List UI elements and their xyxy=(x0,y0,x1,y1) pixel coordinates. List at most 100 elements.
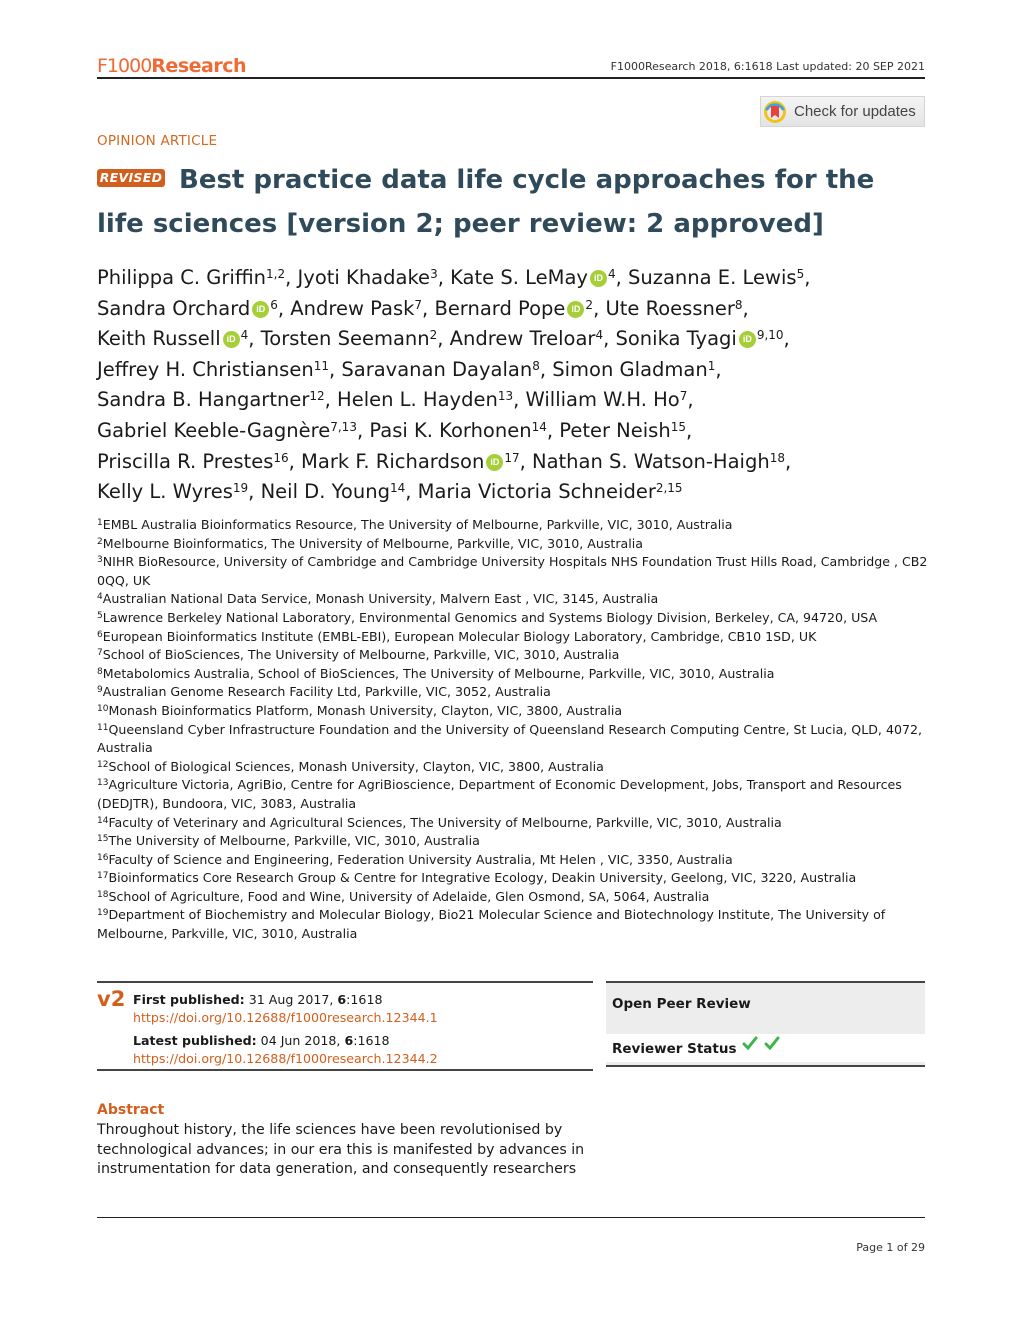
author-name: Keith Russell xyxy=(97,327,221,351)
author-name: Pasi K. Korhonen xyxy=(369,418,532,442)
reviewer-status-label: Reviewer Status xyxy=(612,1041,737,1057)
author[interactable]: Sandra Orchard iD 6 xyxy=(97,297,278,320)
author-name: Andrew Pask xyxy=(290,296,415,320)
author[interactable]: Neil D. Young14 xyxy=(261,480,406,503)
author[interactable]: Philippa C. Griffin1,2 xyxy=(97,266,285,289)
approved-check-icon xyxy=(742,1036,758,1051)
page-number: Page 1 of 29 xyxy=(856,1241,925,1254)
affiliation-number: 19 xyxy=(97,908,109,919)
author[interactable]: Ute Roessner8 xyxy=(605,297,742,320)
footer-divider xyxy=(97,1217,925,1218)
author[interactable]: Bernard Pope iD 2 xyxy=(434,297,593,320)
affiliation-number: 17 xyxy=(97,871,109,882)
article-type: OPINION ARTICLE xyxy=(97,133,218,149)
author-name: Torsten Seemann xyxy=(260,327,430,351)
author-name: Saravanan Dayalan xyxy=(341,357,533,381)
orcid-icon[interactable]: iD xyxy=(589,270,607,287)
orcid-icon[interactable]: iD xyxy=(567,300,585,318)
author-name: Peter Neish xyxy=(559,418,671,442)
affiliation-text: Faculty of Science and Engineering, Fede… xyxy=(108,851,733,867)
first-doi-link[interactable]: https://doi.org/10.12688/f1000research.1… xyxy=(133,1009,438,1027)
author[interactable]: Andrew Treloar4 xyxy=(450,327,603,350)
author[interactable]: Suzanna E. Lewis5 xyxy=(628,266,804,289)
author[interactable]: Andrew Pask7 xyxy=(290,297,422,320)
affiliation: 6European Bioinformatics Institute (EMBL… xyxy=(97,628,932,647)
citation-line: F1000Research 2018, 6:1618 Last updated:… xyxy=(610,60,925,73)
author[interactable]: Peter Neish15 xyxy=(559,419,686,442)
approved-check-icon xyxy=(764,1036,780,1051)
author-affiliation-ref: 6 xyxy=(270,297,278,312)
affiliation: 17Bioinformatics Core Research Group & C… xyxy=(97,869,932,888)
author-affiliation-ref: 13 xyxy=(497,389,514,404)
author[interactable]: Mark F. Richardson iD 17 xyxy=(301,450,520,473)
author-affiliation-ref: 7 xyxy=(414,297,423,312)
author-name: Kelly L. Wyres xyxy=(97,480,233,504)
author[interactable]: Torsten Seemann2 xyxy=(261,327,438,350)
author-affiliation-ref: 17 xyxy=(504,450,520,465)
author-affiliation-ref: 3 xyxy=(430,267,438,281)
author[interactable]: Priscilla R. Prestes16 xyxy=(97,450,289,473)
affiliation-text: NIHR BioResource, University of Cambridg… xyxy=(97,554,928,588)
orcid-icon[interactable]: iD xyxy=(738,331,756,349)
article-title: Best practice data life cycle approaches… xyxy=(97,158,925,246)
author[interactable]: Kate S. LeMay iD 4 xyxy=(450,266,615,289)
author[interactable]: Maria Victoria Schneider2,15 xyxy=(418,480,683,503)
affiliation: 5Lawrence Berkeley National Laboratory, … xyxy=(97,609,932,628)
author[interactable]: Jyoti Khadake3 xyxy=(298,266,438,289)
author[interactable]: Sonika Tyagi iD 9,10 xyxy=(615,327,783,350)
affiliation-text: Faculty of Veterinary and Agricultural S… xyxy=(108,814,782,830)
author[interactable]: Jeffrey H. Christiansen11 xyxy=(97,358,329,381)
author-affiliation-ref: 19 xyxy=(232,481,249,496)
f1000research-logo[interactable]: F1000Research xyxy=(97,54,246,78)
affiliation-number: 12 xyxy=(97,759,109,770)
author[interactable]: Saravanan Dayalan8 xyxy=(341,358,539,381)
author[interactable]: Sandra B. Hangartner12 xyxy=(97,388,325,411)
author-affiliation-ref: 2 xyxy=(585,297,594,312)
header-divider xyxy=(97,77,925,79)
author-affiliation-ref: 5 xyxy=(796,267,805,281)
author[interactable]: Gabriel Keeble-Gagnère7,13 xyxy=(97,419,357,442)
affiliation-number: 16 xyxy=(97,852,109,863)
author[interactable]: Pasi K. Korhonen14 xyxy=(369,419,547,442)
abstract-text: Throughout history, the life sciences ha… xyxy=(97,1122,585,1177)
latest-doi-link[interactable]: https://doi.org/10.12688/f1000research.1… xyxy=(133,1050,438,1068)
author[interactable]: Simon Gladman1 xyxy=(552,358,715,381)
affiliation: 8Metabolomics Australia, School of BioSc… xyxy=(97,665,932,684)
author-affiliation-ref: 15 xyxy=(670,419,686,434)
author-name: Sonika Tyagi xyxy=(615,327,737,351)
affiliation-text: Queensland Cyber Infrastructure Foundati… xyxy=(97,721,922,756)
affiliation-text: Melbourne Bioinformatics, The University… xyxy=(102,535,643,551)
affiliation: 10Monash Bioinformatics Platform, Monash… xyxy=(97,702,932,721)
affiliation: 1EMBL Australia Bioinformatics Resource,… xyxy=(97,516,932,535)
affiliation: 11Queensland Cyber Infrastructure Founda… xyxy=(97,721,932,758)
author-name: Jyoti Khadake xyxy=(297,266,431,289)
author-name: Bernard Pope xyxy=(434,296,566,320)
author[interactable]: Helen L. Hayden13 xyxy=(337,388,513,411)
check-for-updates-button[interactable]: Check for updates xyxy=(760,96,925,127)
affiliation: 9Australian Genome Research Facility Ltd… xyxy=(97,683,932,702)
affiliation-text: Lawrence Berkeley National Laboratory, E… xyxy=(102,609,878,625)
author-affiliation-ref: 1 xyxy=(707,358,716,373)
open-peer-review-box: Open Peer Review Reviewer Status xyxy=(606,981,925,1067)
author[interactable]: Keith Russell iD 4 xyxy=(97,327,248,350)
author-affiliation-ref: 4 xyxy=(607,267,616,281)
author-name: Jeffrey H. Christiansen xyxy=(97,357,314,381)
author-affiliation-ref: 16 xyxy=(273,450,289,465)
affiliation-number: 10 xyxy=(97,703,109,714)
author-affiliation-ref: 18 xyxy=(769,450,785,465)
affiliation-number: 18 xyxy=(97,889,109,900)
orcid-icon[interactable]: iD xyxy=(222,331,240,349)
author-affiliation-ref: 2 xyxy=(429,328,438,343)
affiliation: 4Australian National Data Service, Monas… xyxy=(97,590,932,609)
author-name: Maria Victoria Schneider xyxy=(417,480,656,504)
orcid-icon[interactable]: iD xyxy=(486,453,504,471)
abstract-heading: Abstract xyxy=(97,1102,165,1118)
author[interactable]: Kelly L. Wyres19 xyxy=(97,480,248,503)
orcid-icon[interactable]: iD xyxy=(252,300,270,318)
author-affiliation-ref: 2,15 xyxy=(655,481,683,496)
author-name: Nathan S. Watson-Haigh xyxy=(532,449,770,473)
reviewer-status[interactable]: Reviewer Status xyxy=(606,1034,925,1062)
author-name: Andrew Treloar xyxy=(449,327,596,351)
author[interactable]: William W.H. Ho7 xyxy=(526,388,688,411)
author[interactable]: Nathan S. Watson-Haigh18 xyxy=(532,450,785,473)
